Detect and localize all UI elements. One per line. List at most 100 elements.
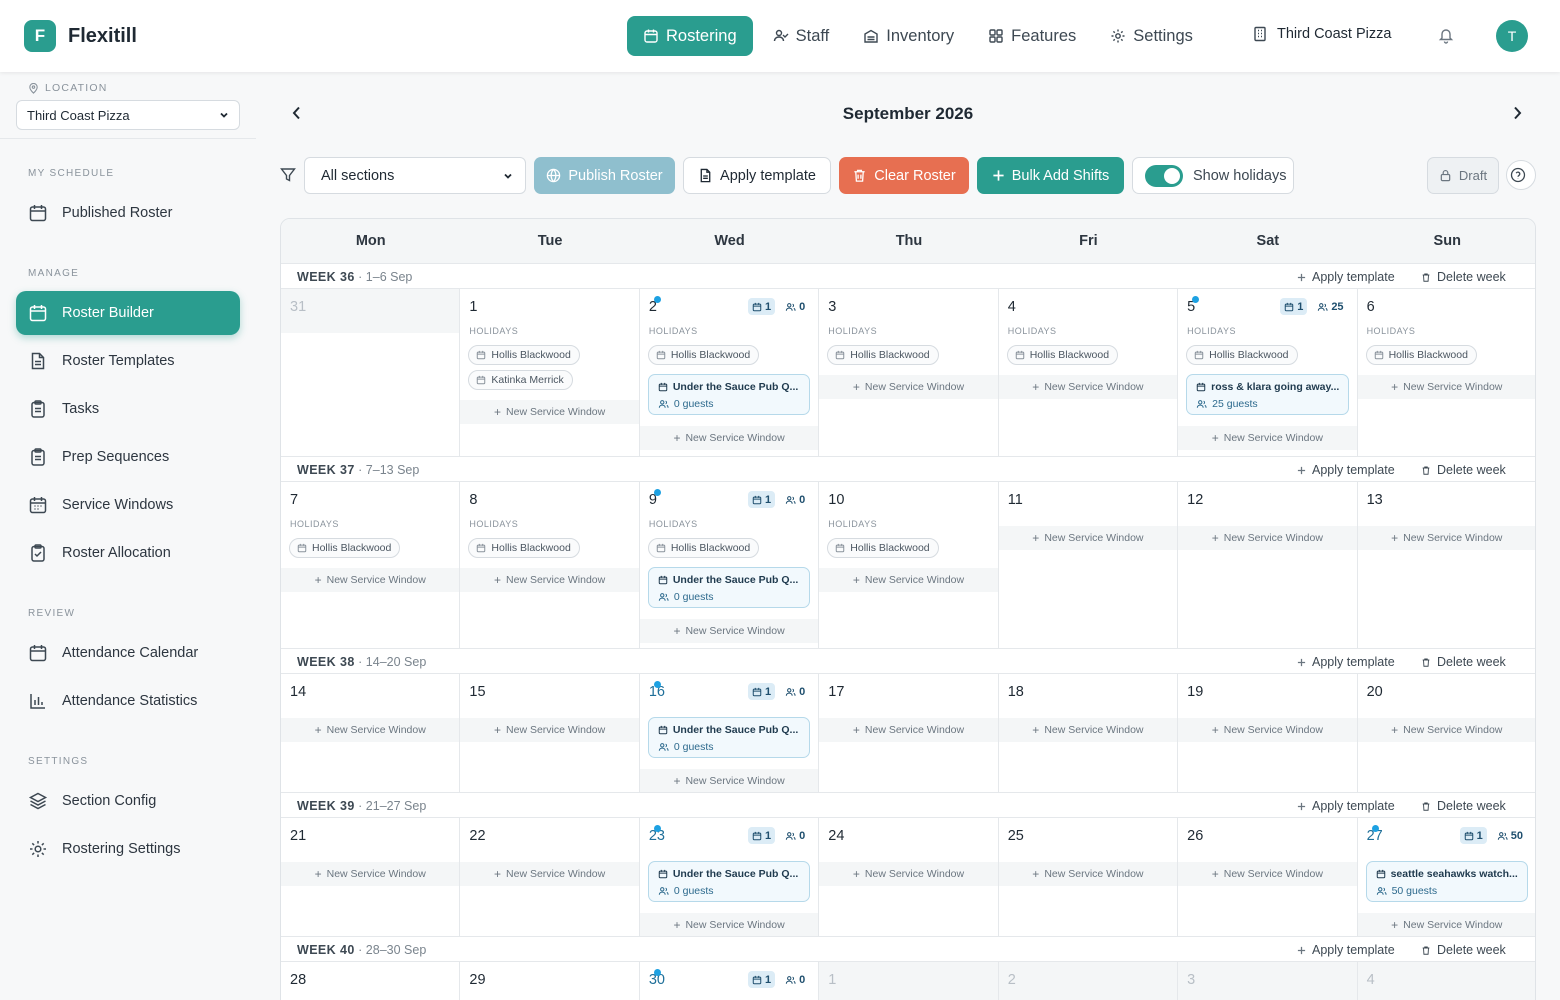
day-cell[interactable]: 5 1 25 HOLIDAYS Hollis Blackwood ross & klara… <box>1178 289 1358 457</box>
new-service-window-button[interactable]: + New Service Window <box>460 718 639 742</box>
day-cell[interactable]: 26 + New Service Window <box>1178 818 1358 937</box>
apply-template-button[interactable]: Apply template <box>683 157 831 194</box>
publish-roster-button[interactable]: Publish Roster <box>534 157 675 194</box>
day-cell[interactable]: 4 HOLIDAYS Hollis Blackwood + New Service Wi… <box>998 289 1179 457</box>
day-cell[interactable]: 18 + New Service Window <box>998 674 1179 793</box>
day-cell[interactable]: 28 <box>281 962 461 1000</box>
day-cell[interactable]: 21 + New Service Window <box>281 818 461 937</box>
new-service-window-button[interactable]: + New Service Window <box>1178 718 1357 742</box>
sidebar-item-roster-allocation[interactable]: Roster Allocation <box>16 531 240 575</box>
holiday-chip[interactable]: Hollis Blackwood <box>468 345 580 365</box>
new-service-window-button[interactable]: + New Service Window <box>1357 718 1535 742</box>
new-service-window-button[interactable]: + New Service Window <box>1357 913 1535 937</box>
new-service-window-button[interactable]: + New Service Window <box>460 862 639 886</box>
holiday-chip[interactable]: Hollis Blackwood <box>468 538 580 558</box>
holiday-chip[interactable]: Hollis Blackwood <box>827 538 939 558</box>
sidebar-item-tasks[interactable]: Tasks <box>16 387 240 431</box>
week-delete-button[interactable]: Delete week <box>1421 799 1506 813</box>
day-cell[interactable]: 3 HOLIDAYS Hollis Blackwood + New Service Wi… <box>819 289 999 457</box>
sidebar-item-prep-sequences[interactable]: Prep Sequences <box>16 435 240 479</box>
venue-switcher[interactable]: Third Coast Pizza <box>1252 26 1391 42</box>
new-service-window-button[interactable]: + New Service Window <box>460 568 639 592</box>
day-cell[interactable]: 4 <box>1357 962 1535 1000</box>
new-service-window-button[interactable]: + New Service Window <box>998 718 1178 742</box>
day-cell[interactable]: 29 <box>460 962 640 1000</box>
new-service-window-button[interactable]: + New Service Window <box>281 718 460 742</box>
week-delete-button[interactable]: Delete week <box>1421 655 1506 669</box>
app-name[interactable]: Flexitill <box>68 25 137 48</box>
day-cell[interactable]: 12 + New Service Window <box>1178 482 1358 649</box>
day-cell[interactable]: 20 + New Service Window <box>1357 674 1535 793</box>
week-apply-template-button[interactable]: Apply template <box>1297 655 1395 669</box>
day-cell[interactable]: 1 HOLIDAYS Hollis Blackwood Katinka Merrick… <box>460 289 640 457</box>
day-cell[interactable]: 30 1 0 <box>639 962 820 1000</box>
new-service-window-button[interactable]: + New Service Window <box>998 526 1178 550</box>
sidebar-item-rostering-settings[interactable]: Rostering Settings <box>16 827 240 871</box>
new-service-window-button[interactable]: + New Service Window <box>1178 862 1357 886</box>
section-select[interactable]: All sections <box>304 157 526 194</box>
day-cell[interactable]: 27 1 50 seattle seahawks watch... 50 guests +… <box>1357 818 1535 937</box>
day-cell[interactable]: 25 + New Service Window <box>998 818 1179 937</box>
nav-staff[interactable]: Staff <box>759 16 844 56</box>
sidebar-item-published-roster[interactable]: Published Roster <box>16 191 240 235</box>
new-service-window-button[interactable]: + New Service Window <box>819 718 998 742</box>
day-cell[interactable]: 8 HOLIDAYS Hollis Blackwood + New Service Wi… <box>460 482 640 649</box>
clear-roster-button[interactable]: Clear Roster <box>839 157 969 194</box>
nav-inventory[interactable]: Inventory <box>849 16 968 56</box>
notifications-bell[interactable] <box>1438 27 1454 49</box>
sidebar-item-attendance-statistics[interactable]: Attendance Statistics <box>16 679 240 723</box>
day-cell[interactable]: 22 + New Service Window <box>460 818 640 937</box>
day-cell[interactable]: 13 + New Service Window <box>1357 482 1535 649</box>
day-cell[interactable]: 3 <box>1178 962 1358 1000</box>
new-service-window-button[interactable]: + New Service Window <box>819 862 998 886</box>
service-window-card[interactable]: Under the Sauce Pub Q... 0 guests <box>647 717 811 758</box>
day-cell[interactable]: 9 1 0 HOLIDAYS Hollis Blackwood Under the Sau… <box>639 482 820 649</box>
new-service-window-button[interactable]: + New Service Window <box>998 375 1178 399</box>
week-apply-template-button[interactable]: Apply template <box>1297 270 1395 284</box>
holiday-chip[interactable]: Hollis Blackwood <box>289 538 401 558</box>
day-cell[interactable]: 17 + New Service Window <box>819 674 999 793</box>
service-window-card[interactable]: Under the Sauce Pub Q... 0 guests <box>647 374 811 415</box>
new-service-window-button[interactable]: + New Service Window <box>639 913 819 937</box>
nav-features[interactable]: Features <box>974 16 1090 56</box>
week-apply-template-button[interactable]: Apply template <box>1297 943 1395 957</box>
day-cell[interactable]: 19 + New Service Window <box>1178 674 1358 793</box>
service-window-card[interactable]: Under the Sauce Pub Q... 0 guests <box>647 861 811 902</box>
holiday-chip[interactable]: Hollis Blackwood <box>1006 345 1119 365</box>
new-service-window-button[interactable]: + New Service Window <box>1178 426 1357 450</box>
day-cell[interactable]: 16 1 0 Under the Sauce Pub Q... 0 guests + New… <box>639 674 820 793</box>
new-service-window-button[interactable]: + New Service Window <box>639 769 819 793</box>
new-service-window-button[interactable]: + New Service Window <box>639 426 819 450</box>
new-service-window-button[interactable]: + New Service Window <box>460 400 639 424</box>
service-window-card[interactable]: seattle seahawks watch... 50 guests <box>1365 861 1528 902</box>
new-service-window-button[interactable]: + New Service Window <box>1178 526 1357 550</box>
day-cell[interactable]: 2 <box>998 962 1179 1000</box>
sidebar-item-section-config[interactable]: Section Config <box>16 779 240 823</box>
week-apply-template-button[interactable]: Apply template <box>1297 799 1395 813</box>
holiday-chip[interactable]: Hollis Blackwood <box>827 345 939 365</box>
sidebar-item-roster-templates[interactable]: Roster Templates <box>16 339 240 383</box>
app-logo[interactable]: F <box>24 20 56 52</box>
day-cell[interactable]: 2 1 0 HOLIDAYS Hollis Blackwood Under the Sau… <box>639 289 820 457</box>
day-cell[interactable]: 1 <box>819 962 999 1000</box>
new-service-window-button[interactable]: + New Service Window <box>281 862 460 886</box>
day-cell[interactable]: 15 + New Service Window <box>460 674 640 793</box>
new-service-window-button[interactable]: + New Service Window <box>998 862 1178 886</box>
new-service-window-button[interactable]: + New Service Window <box>819 568 998 592</box>
day-cell[interactable]: 6 HOLIDAYS Hollis Blackwood + New Service Wi… <box>1357 289 1535 457</box>
show-holidays-toggle[interactable]: Show holidays <box>1132 157 1294 194</box>
holiday-chip[interactable]: Hollis Blackwood <box>1186 345 1298 365</box>
day-cell[interactable]: 23 1 0 Under the Sauce Pub Q... 0 guests + New… <box>639 818 820 937</box>
prev-month-button[interactable] <box>288 104 306 127</box>
sidebar-item-attendance-calendar[interactable]: Attendance Calendar <box>16 631 240 675</box>
day-cell[interactable]: 14 + New Service Window <box>281 674 461 793</box>
next-month-button[interactable] <box>1508 104 1526 127</box>
day-cell[interactable]: 31 <box>281 289 461 457</box>
service-window-card[interactable]: Under the Sauce Pub Q... 0 guests <box>647 567 811 608</box>
toggle-switch[interactable] <box>1145 164 1183 187</box>
new-service-window-button[interactable]: + New Service Window <box>819 375 998 399</box>
new-service-window-button[interactable]: + New Service Window <box>1357 375 1535 399</box>
week-delete-button[interactable]: Delete week <box>1421 463 1506 477</box>
nav-rostering[interactable]: Rostering <box>627 16 753 56</box>
day-cell[interactable]: 24 + New Service Window <box>819 818 999 937</box>
